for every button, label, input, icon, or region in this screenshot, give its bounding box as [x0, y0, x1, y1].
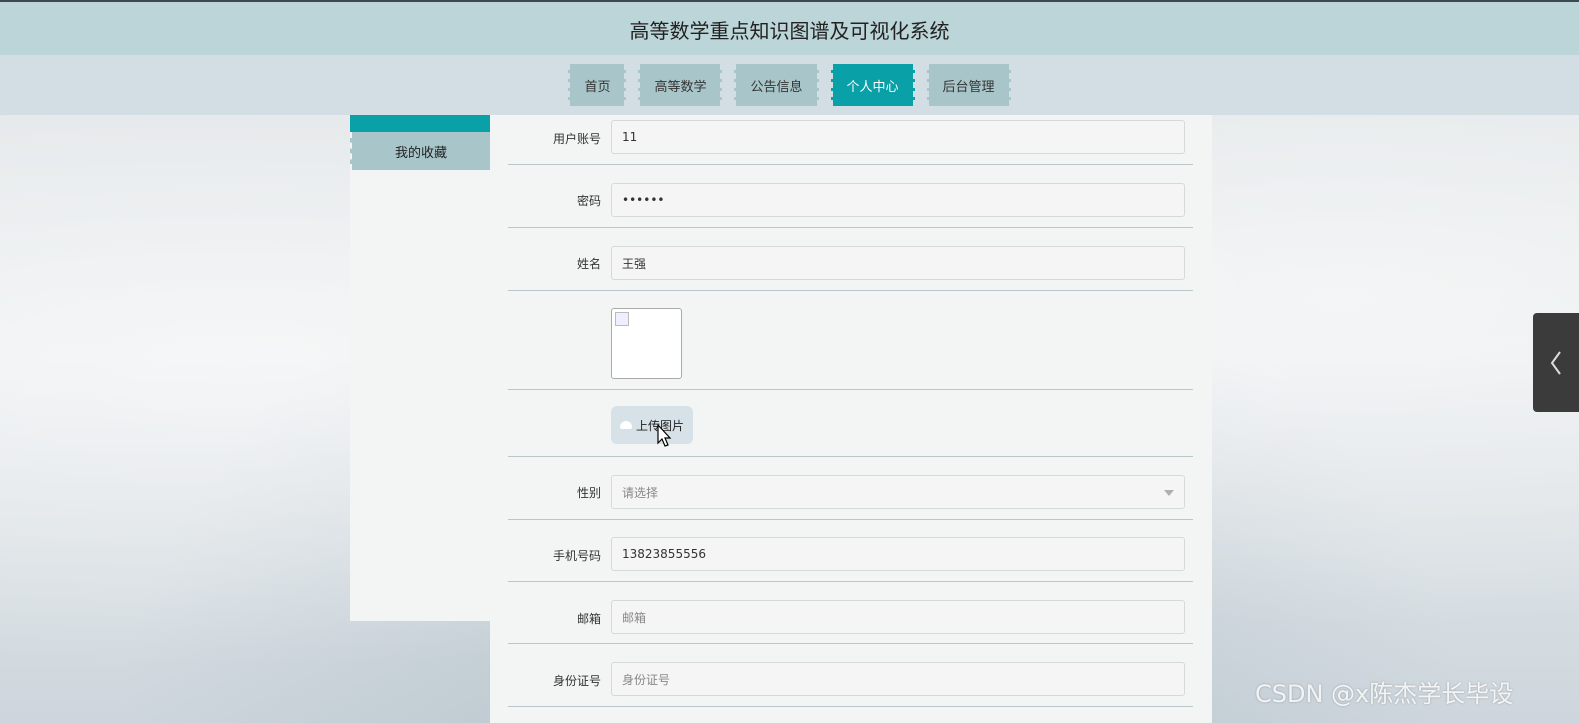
username-input[interactable]: 11: [611, 120, 1185, 154]
gender-select[interactable]: 请选择: [611, 475, 1185, 509]
username-label: 用户账号: [552, 132, 601, 146]
password-label: 密码: [576, 194, 601, 208]
watermark: CSDN @x陈杰学长毕设: [1255, 680, 1514, 708]
gender-label: 性别: [576, 486, 601, 500]
nav-item-personal-center[interactable]: 个人中心: [830, 64, 915, 106]
nav-item-label: 后台管理: [942, 79, 995, 95]
form-row-idcard: 身份证号 身份证号: [508, 643, 1193, 707]
form-row-upload: 上传图片: [508, 389, 1193, 457]
collapse-panel-tab[interactable]: [1533, 313, 1579, 412]
gender-select-value: 请选择: [622, 485, 659, 500]
mouse-cursor-icon: [657, 424, 672, 447]
site-title-bar: 高等数学重点知识图谱及可视化系统: [0, 0, 1579, 56]
form-row-gender: 性别 请选择: [508, 456, 1193, 520]
nav-item-home[interactable]: 首页: [568, 64, 627, 106]
name-input[interactable]: 王强: [611, 246, 1185, 280]
form-row-email: 邮箱 邮箱: [508, 581, 1193, 644]
sidebar-item-label: 我的收藏: [394, 145, 447, 161]
nav-item-admin[interactable]: 后台管理: [926, 64, 1011, 106]
chevron-down-icon: [1164, 490, 1174, 496]
nav-item-label: 高等数学: [654, 79, 707, 95]
avatar-image: [611, 308, 682, 379]
upload-cloud-icon: [619, 421, 632, 429]
nav-item-announcements[interactable]: 公告信息: [734, 64, 819, 106]
form-row-username: 用户账号 11: [508, 115, 1193, 165]
sidebar-header: [350, 115, 490, 132]
idcard-input[interactable]: 身份证号: [611, 662, 1185, 696]
nav-item-math[interactable]: 高等数学: [638, 64, 723, 106]
form-row-name: 姓名 王强: [508, 227, 1193, 291]
site-title: 高等数学重点知识图谱及可视化系统: [629, 18, 950, 43]
nav-item-label: 个人中心: [846, 79, 899, 95]
phone-label: 手机号码: [552, 549, 601, 563]
name-label: 姓名: [576, 257, 601, 271]
email-label: 邮箱: [576, 612, 601, 626]
profile-form: 用户账号 11 密码 •••••• 姓名 王强 上传图片 性别 请选择 手机号码…: [490, 115, 1212, 723]
idcard-label: 身份证号: [552, 674, 601, 688]
broken-image-icon: [615, 312, 629, 326]
email-input[interactable]: 邮箱: [611, 600, 1185, 634]
nav-item-label: 公告信息: [750, 79, 803, 95]
upload-image-button[interactable]: 上传图片: [611, 406, 693, 447]
sidebar: 我的收藏: [350, 115, 490, 621]
form-row-phone: 手机号码 13823855556: [508, 519, 1193, 582]
nav-item-label: 首页: [584, 79, 611, 95]
form-row-password: 密码 ••••••: [508, 164, 1193, 228]
sidebar-item-favorites[interactable]: 我的收藏: [350, 132, 490, 170]
main-nav: 首页 高等数学 公告信息 个人中心 后台管理: [0, 55, 1579, 115]
password-input[interactable]: ••••••: [611, 183, 1185, 217]
chevron-left-icon: [1550, 350, 1561, 375]
phone-input[interactable]: 13823855556: [611, 537, 1185, 571]
form-row-avatar: [508, 290, 1193, 390]
